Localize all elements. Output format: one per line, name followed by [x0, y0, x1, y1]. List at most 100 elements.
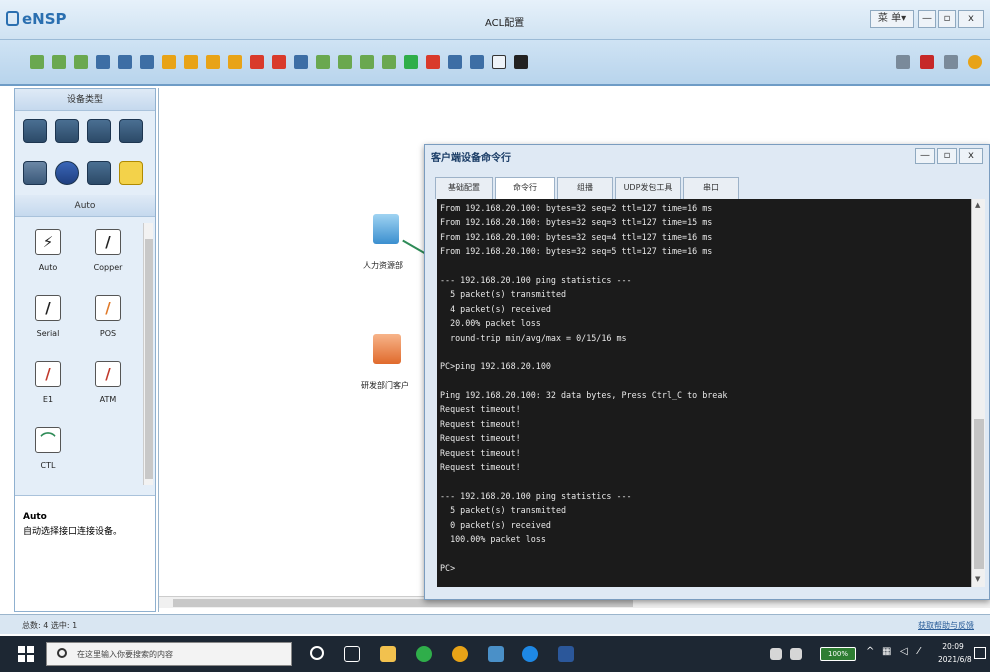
zoom-out-icon[interactable] — [360, 55, 374, 69]
description-box: Auto 自动选择接口连接设备。 — [15, 495, 155, 611]
canvas-scroll-thumb[interactable] — [173, 599, 633, 607]
cli-minimize-button[interactable]: — — [915, 148, 935, 164]
redo-icon[interactable] — [184, 55, 198, 69]
terminal-line: --- 192.168.20.100 ping statistics --- — [440, 274, 632, 285]
menu-button[interactable]: 菜 单▾ — [870, 10, 914, 28]
settings-icon[interactable] — [896, 55, 910, 69]
cli-maximize-button[interactable]: ▫ — [937, 148, 957, 164]
cable-label: POS — [99, 329, 117, 338]
link-line[interactable] — [402, 239, 426, 255]
network-icon[interactable]: ▦ — [882, 646, 891, 657]
terminal-line: Ping 192.168.20.100: 32 data bytes, Pres… — [440, 390, 728, 401]
cortana-icon[interactable] — [310, 646, 324, 660]
ime-icon[interactable]: ⁄ — [918, 646, 920, 657]
ensp-taskbar-icon[interactable] — [488, 646, 504, 662]
cable-category-icon[interactable] — [119, 161, 143, 185]
move-icon[interactable] — [228, 55, 242, 69]
palette-icon[interactable] — [316, 55, 330, 69]
text-icon[interactable] — [294, 55, 308, 69]
huawei-icon[interactable] — [920, 55, 934, 69]
open-icon[interactable] — [74, 55, 88, 69]
browser-icon[interactable] — [452, 646, 468, 662]
window-title: ACL配置 — [485, 18, 525, 29]
scroll-down-icon[interactable]: ▼ — [975, 575, 980, 583]
capture-icon[interactable] — [448, 55, 462, 69]
cable-item[interactable]: / E1 — [25, 361, 71, 415]
zoom-in-icon[interactable] — [338, 55, 352, 69]
new-example-icon[interactable] — [52, 55, 66, 69]
tab-serial[interactable]: 串口 — [683, 177, 739, 199]
undo-icon[interactable] — [162, 55, 176, 69]
save-as-icon[interactable] — [118, 55, 132, 69]
maximize-button[interactable]: ▫ — [938, 10, 956, 28]
pc-device[interactable] — [373, 214, 399, 248]
taskbar-search-input[interactable]: 在这里输入你要搜索的内容 — [46, 642, 292, 666]
router-category-icon[interactable] — [23, 119, 47, 143]
firewall-category-icon[interactable] — [119, 119, 143, 143]
delete-all-icon[interactable] — [272, 55, 286, 69]
switch-category-icon[interactable] — [55, 119, 79, 143]
volume-icon[interactable]: ◁ — [900, 646, 908, 657]
notification-icon[interactable] — [974, 647, 986, 659]
tab-basic-config[interactable]: 基础配置 — [435, 177, 493, 199]
tab-command-line[interactable]: 命令行 — [495, 177, 555, 199]
word-icon[interactable] — [558, 646, 574, 662]
panel-scroll-thumb[interactable] — [145, 239, 153, 479]
topology-icon[interactable] — [470, 55, 484, 69]
terminal-line: PC>ping 192.168.20.100 — [440, 361, 551, 372]
input-method-icon[interactable] — [770, 648, 782, 660]
delete-icon[interactable] — [250, 55, 264, 69]
save-icon[interactable] — [96, 55, 110, 69]
help-feedback-link[interactable]: 获取帮助与反馈 — [918, 620, 974, 631]
pc-icon — [373, 214, 399, 244]
cable-item[interactable]: ⌒ CTL — [25, 427, 71, 481]
other-category-icon[interactable] — [87, 161, 111, 185]
keyboard-icon[interactable] — [790, 648, 802, 660]
edge-icon[interactable] — [522, 646, 538, 662]
cable-item[interactable]: / ATM — [85, 361, 131, 415]
minimize-button[interactable]: — — [918, 10, 936, 28]
terminal-line: From 192.168.20.100: bytes=32 seq=5 ttl=… — [440, 246, 713, 257]
file-explorer-icon[interactable] — [380, 646, 396, 662]
tab-udp-tool[interactable]: UDP发包工具 — [615, 177, 681, 199]
terminal-line: PC> — [440, 562, 456, 573]
panel-scrollbar[interactable] — [143, 223, 153, 485]
stop-device-icon[interactable] — [426, 55, 440, 69]
cable-item[interactable]: / POS — [85, 295, 131, 349]
wlan-category-icon[interactable] — [87, 119, 111, 143]
device-label: 研发部门客户 — [361, 381, 409, 390]
gear-icon[interactable] — [944, 55, 958, 69]
cable-item[interactable]: / Serial — [25, 295, 71, 349]
print-icon[interactable] — [140, 55, 154, 69]
cable-section-header: Auto — [15, 195, 155, 217]
windows-start-icon[interactable] — [18, 646, 34, 662]
chevron-up-icon[interactable]: ^ — [866, 646, 874, 657]
cable-item[interactable]: ⚡ Auto — [25, 229, 71, 283]
terminal-scroll-thumb[interactable] — [974, 419, 984, 569]
new-topology-icon[interactable] — [30, 55, 44, 69]
pc-device[interactable] — [373, 334, 401, 368]
terminal-output[interactable]: From 192.168.20.100: bytes=32 seq=2 ttl=… — [437, 199, 971, 587]
taskbar-clock[interactable]: 20:09 2021/6/8 — [938, 640, 972, 666]
cloud-category-icon[interactable] — [55, 161, 79, 185]
pc-category-icon[interactable] — [23, 161, 47, 185]
terminal-line: Request timeout! — [440, 462, 521, 473]
close-button[interactable]: x — [958, 10, 984, 28]
battery-indicator[interactable]: 100% — [820, 647, 856, 661]
scroll-up-icon[interactable]: ▲ — [975, 201, 980, 209]
window-icon[interactable] — [492, 55, 506, 69]
tab-multicast[interactable]: 组播 — [557, 177, 613, 199]
fit-icon[interactable] — [382, 55, 396, 69]
start-device-icon[interactable] — [404, 55, 418, 69]
select-icon[interactable] — [206, 55, 220, 69]
clock-date: 2021/6/8 — [938, 655, 972, 664]
task-view-icon[interactable] — [344, 646, 360, 662]
cli-tabs: 基础配置 命令行 组播 UDP发包工具 串口 — [433, 177, 987, 199]
cli-icon[interactable] — [514, 55, 528, 69]
terminal-scrollbar[interactable]: ▲ ▼ — [971, 199, 985, 587]
help-icon[interactable] — [968, 55, 982, 69]
wechat-icon[interactable] — [416, 646, 432, 662]
cable-item[interactable]: / Copper — [85, 229, 131, 283]
cli-close-button[interactable]: x — [959, 148, 983, 164]
